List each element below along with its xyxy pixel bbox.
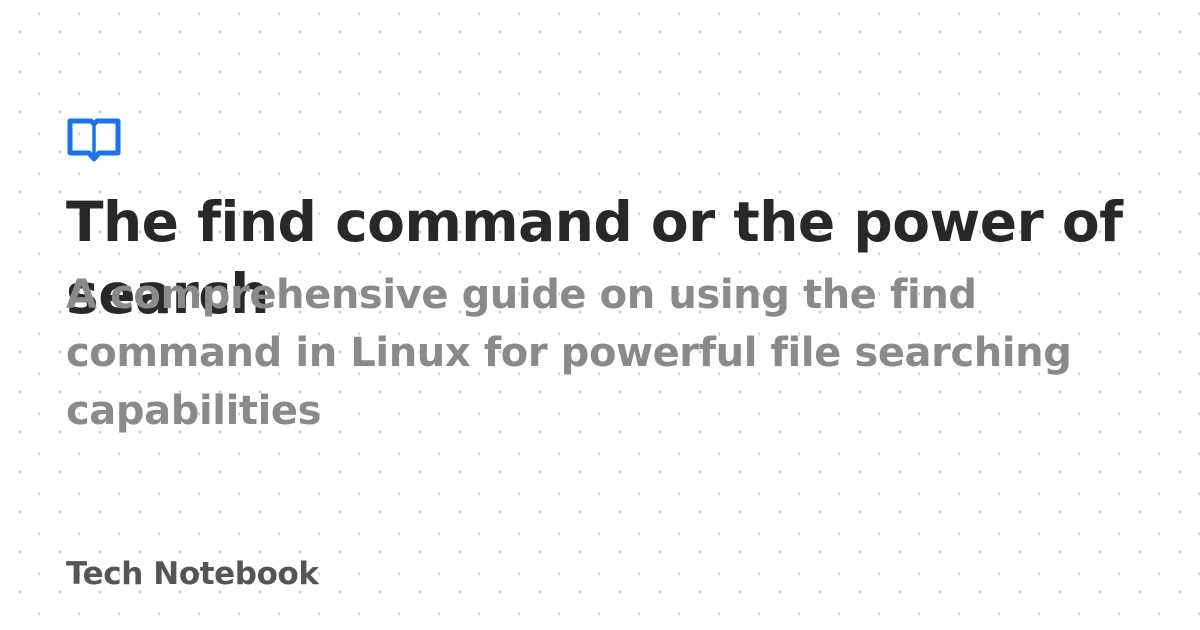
open-book-icon xyxy=(67,118,121,162)
site-name: Tech Notebook xyxy=(66,556,319,592)
page-subtitle: A comprehensive guide on using the find … xyxy=(66,272,1072,434)
social-card: The find command or the power of search … xyxy=(0,0,1200,630)
